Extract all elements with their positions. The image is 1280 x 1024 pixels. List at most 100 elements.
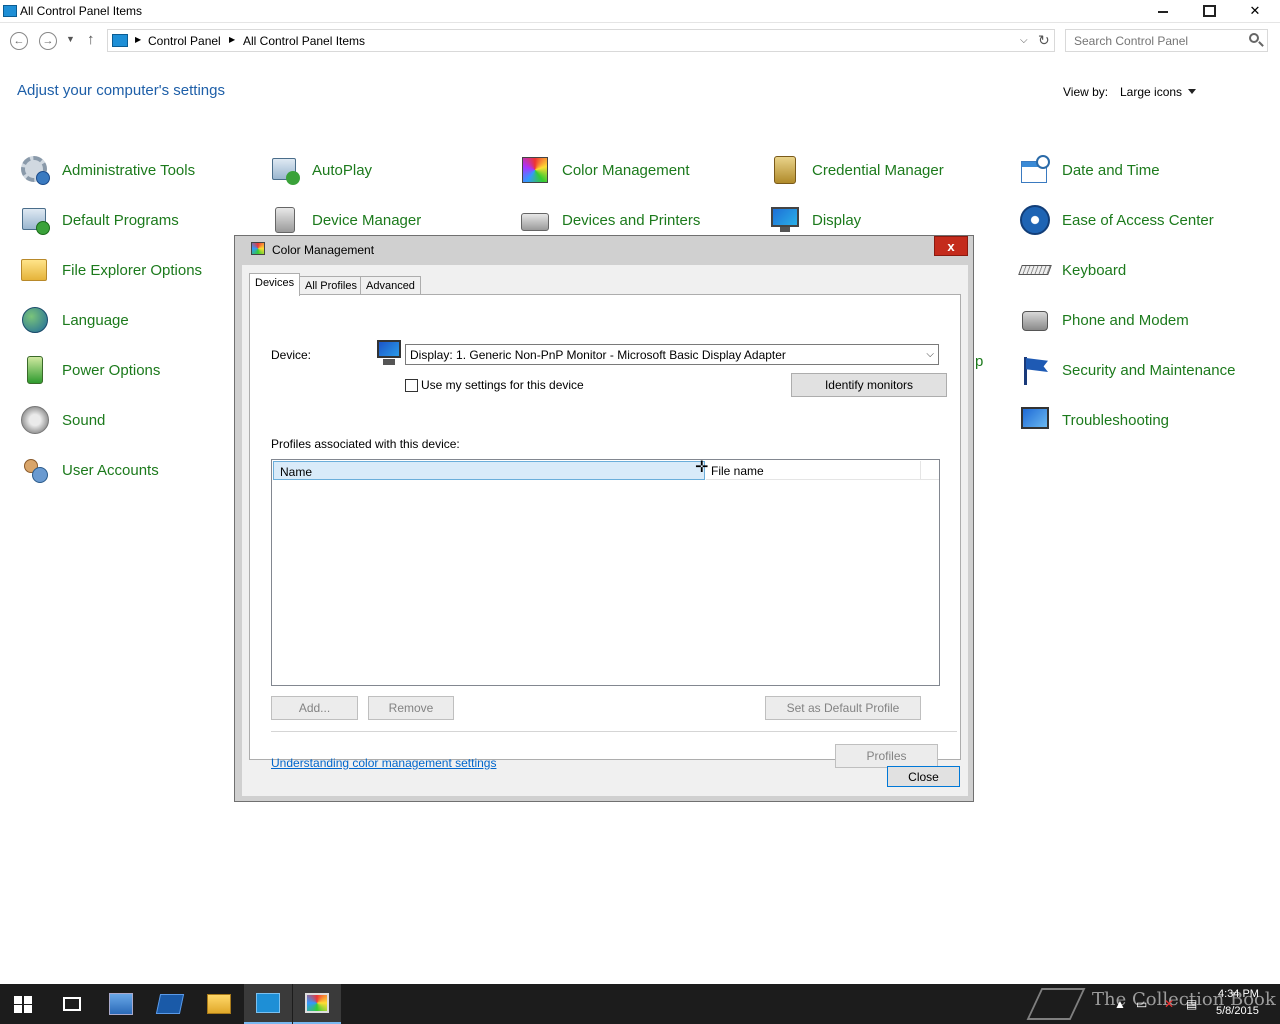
cp-item-label[interactable]: Credential Manager — [812, 162, 944, 179]
cp-item-devices-and-printers[interactable]: Devices and Printers — [518, 203, 700, 237]
cp-item-language[interactable]: Language — [18, 303, 129, 337]
cp-item-default-programs[interactable]: Default Programs — [18, 203, 179, 237]
start-button[interactable] — [14, 996, 32, 1013]
add-button[interactable]: Add... — [271, 696, 358, 720]
address-bar[interactable]: ▶ Control Panel ▶ All Control Panel Item… — [107, 29, 1055, 52]
taskbar-server-manager[interactable] — [97, 984, 145, 1024]
search-input[interactable] — [1074, 33, 1244, 49]
network-icon[interactable]: ▭ — [1136, 997, 1147, 1011]
control-panel-icon — [112, 34, 128, 47]
cp-item-administrative-tools[interactable]: Administrative Tools — [18, 153, 195, 187]
breadcrumb-all-items[interactable]: All Control Panel Items — [243, 34, 365, 48]
search-box[interactable] — [1065, 29, 1268, 52]
column-header-file-name[interactable]: File name — [706, 461, 921, 480]
breadcrumb-chevron-icon[interactable]: ▶ — [135, 35, 141, 44]
cp-item-label[interactable]: Ease of Access Center — [1062, 212, 1214, 229]
cp-item-label[interactable]: Keyboard — [1062, 262, 1126, 279]
cp-item-label[interactable]: AutoPlay — [312, 162, 372, 179]
cp-item-phone-and-modem[interactable]: Phone and Modem — [1018, 303, 1189, 337]
profiles-button[interactable]: Profiles — [835, 744, 938, 768]
cp-item-label[interactable]: Language — [62, 312, 129, 329]
up-button[interactable]: ↑ — [87, 31, 95, 48]
cp-item-troubleshooting[interactable]: Troubleshooting — [1018, 403, 1169, 437]
understanding-settings-link[interactable]: Understanding color management settings — [271, 756, 496, 770]
cp-item-label[interactable]: Default Programs — [62, 212, 179, 229]
color-management-icon — [305, 993, 329, 1013]
tab-all-profiles[interactable]: All Profiles — [299, 276, 363, 295]
use-my-settings-label[interactable]: Use my settings for this device — [421, 378, 584, 392]
view-by-label: View by: — [1063, 85, 1109, 99]
cp-item-keyboard[interactable]: Keyboard — [1018, 253, 1126, 287]
view-by-caret-icon[interactable] — [1188, 89, 1196, 94]
volume-muted-icon[interactable]: ✕ — [1164, 997, 1174, 1011]
cp-item-device-manager[interactable]: Device Manager — [268, 203, 421, 237]
tab-devices[interactable]: Devices — [249, 273, 301, 296]
clock-time[interactable]: 4:34 PM — [1218, 988, 1259, 1000]
forward-button[interactable]: → — [39, 32, 57, 50]
address-dropdown-icon[interactable]: ⌵ — [1020, 35, 1028, 46]
close-button[interactable]: Close — [887, 766, 960, 787]
taskbar-powershell[interactable] — [146, 984, 194, 1024]
column-header-filler — [921, 461, 939, 480]
cp-item-user-accounts[interactable]: User Accounts — [18, 453, 159, 487]
hidden-item-label-fragment[interactable]: p — [975, 353, 983, 370]
cp-item-power-options[interactable]: Power Options — [18, 353, 160, 387]
back-button[interactable]: ← — [10, 32, 28, 50]
breadcrumb-chevron-icon[interactable]: ▶ — [229, 35, 235, 44]
cp-item-label[interactable]: Phone and Modem — [1062, 312, 1189, 329]
search-icon[interactable] — [1249, 33, 1259, 43]
cp-item-label[interactable]: Date and Time — [1062, 162, 1160, 179]
dialog-title-bar[interactable]: Color Management x — [235, 236, 973, 264]
view-by-dropdown[interactable]: Large icons — [1120, 85, 1182, 99]
cp-item-display[interactable]: Display — [768, 203, 861, 237]
cp-item-label[interactable]: Power Options — [62, 362, 160, 379]
recent-locations-button[interactable]: ▼ — [66, 34, 75, 44]
use-my-settings-checkbox[interactable] — [405, 379, 418, 392]
minimize-button[interactable] — [1140, 0, 1186, 22]
cp-item-autoplay[interactable]: AutoPlay — [268, 153, 372, 187]
identify-monitors-button[interactable]: Identify monitors — [791, 373, 947, 397]
cp-item-label[interactable]: Sound — [62, 412, 105, 429]
cp-item-label[interactable]: Device Manager — [312, 212, 421, 229]
tab-advanced[interactable]: Advanced — [360, 276, 421, 295]
taskbar-file-explorer[interactable] — [195, 984, 243, 1024]
cp-item-label[interactable]: Troubleshooting — [1062, 412, 1169, 429]
taskbar-color-management[interactable] — [293, 984, 341, 1024]
troubleshooting-icon — [1018, 403, 1052, 437]
profiles-list[interactable]: Name File name ✛ — [271, 459, 940, 686]
cp-item-file-explorer-options[interactable]: File Explorer Options — [18, 253, 202, 287]
column-header-name[interactable]: Name — [273, 461, 705, 480]
show-hidden-icons-icon[interactable]: ▲ — [1114, 997, 1126, 1011]
cp-item-label[interactable]: Devices and Printers — [562, 212, 700, 229]
action-center-icon[interactable]: ▤ — [1186, 997, 1197, 1011]
cp-item-ease-of-access[interactable]: Ease of Access Center — [1018, 203, 1214, 237]
dialog-close-button[interactable]: x — [934, 236, 968, 256]
set-default-profile-button[interactable]: Set as Default Profile — [765, 696, 921, 720]
battery-icon — [18, 353, 52, 387]
remove-button[interactable]: Remove — [368, 696, 454, 720]
cp-item-color-management[interactable]: Color Management — [518, 153, 690, 187]
refresh-icon[interactable]: ↻ — [1038, 32, 1050, 49]
cp-item-label[interactable]: Security and Maintenance — [1062, 362, 1235, 379]
breadcrumb-control-panel[interactable]: Control Panel — [148, 34, 221, 48]
cp-item-label[interactable]: File Explorer Options — [62, 262, 202, 279]
cp-item-label[interactable]: Administrative Tools — [62, 162, 195, 179]
cp-item-sound[interactable]: Sound — [18, 403, 105, 437]
cp-item-label[interactable]: Display — [812, 212, 861, 229]
close-window-button[interactable]: ✕ — [1232, 0, 1278, 22]
chevron-down-icon[interactable]: ⌵ — [926, 349, 934, 360]
printer-icon — [518, 203, 552, 237]
task-view-button[interactable] — [48, 984, 96, 1024]
cp-item-label[interactable]: User Accounts — [62, 462, 159, 479]
taskbar-control-panel[interactable] — [244, 984, 292, 1024]
cp-item-security-and-maintenance[interactable]: Security and Maintenance — [1018, 353, 1235, 387]
maximize-button[interactable] — [1186, 0, 1232, 22]
cp-item-credential-manager[interactable]: Credential Manager — [768, 153, 944, 187]
windows-logo-icon — [24, 1005, 32, 1013]
cp-item-date-and-time[interactable]: Date and Time — [1018, 153, 1160, 187]
clock-date[interactable]: 5/8/2015 — [1216, 1005, 1259, 1017]
device-select[interactable]: Display: 1. Generic Non-PnP Monitor - Mi… — [405, 344, 939, 365]
phone-icon — [1018, 303, 1052, 337]
display-icon — [768, 203, 802, 237]
cp-item-label[interactable]: Color Management — [562, 162, 690, 179]
